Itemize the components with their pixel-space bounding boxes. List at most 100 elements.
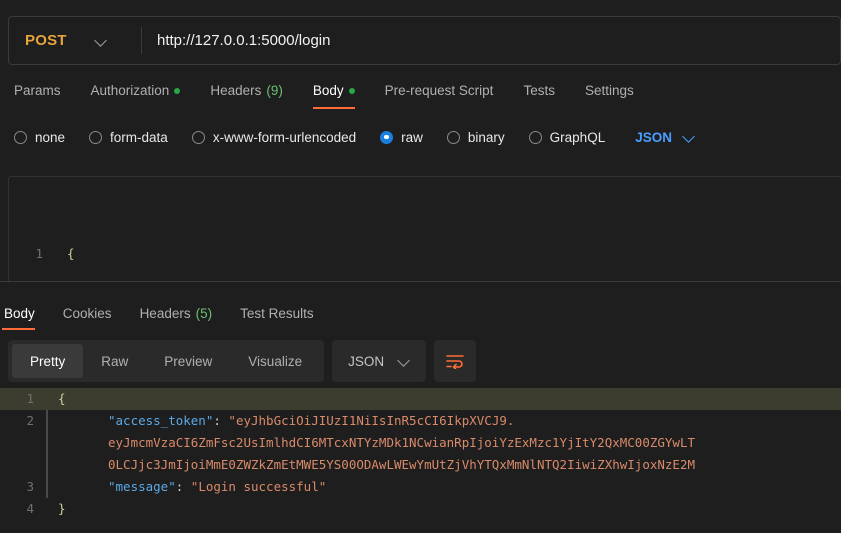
view-mode-label: Pretty [30, 353, 66, 369]
status-dot-icon [174, 87, 181, 94]
response-body-viewer[interactable]: 1 { 2 "access_token": "eyJhbGciOiJIUzI1N… [0, 388, 841, 533]
request-url-input[interactable]: http://127.0.0.1:5000/login [142, 17, 840, 64]
body-type-none[interactable]: none [14, 130, 65, 145]
body-type-binary[interactable]: binary [446, 129, 505, 145]
radio-label: form-data [110, 129, 168, 145]
tab-label: Body [4, 306, 35, 321]
line-number: 1 [35, 246, 43, 261]
request-url-bar: POST http://127.0.0.1:5000/login [0, 0, 841, 65]
response-format-dropdown[interactable]: JSON [332, 340, 427, 382]
body-type-raw[interactable]: raw [380, 130, 423, 145]
radio-icon[interactable] [89, 130, 103, 144]
code-line: 1 { [9, 243, 841, 265]
response-tab-test-results[interactable]: Test Results [226, 306, 328, 330]
body-type-x-www-form-urlencoded[interactable]: x-www-form-urlencoded [191, 129, 357, 145]
code-text: } [58, 501, 66, 516]
tab-count-badge: (9) [266, 83, 283, 98]
radio-label: binary [467, 129, 505, 145]
chevron-down-icon[interactable] [398, 355, 410, 367]
word-wrap-icon [446, 355, 464, 369]
response-tab-body[interactable]: Body [2, 306, 49, 330]
bottom-edge [0, 529, 841, 533]
response-code-line: 4 } [0, 498, 841, 520]
line-number: 4 [26, 501, 34, 516]
json-value: "Login successful" [190, 479, 327, 494]
pane-divider[interactable] [0, 281, 841, 289]
response-code-line-highlighted: 1 { [0, 388, 841, 410]
response-code-line: 2 "access_token": "eyJhbGciOiJIUzI1NiIsI… [0, 410, 841, 476]
request-tab-bar: Params Authorization Headers (9) Body Pr… [0, 65, 841, 109]
word-wrap-button[interactable] [434, 340, 477, 382]
tab-authorization[interactable]: Authorization [76, 83, 196, 109]
chevron-down-icon[interactable] [683, 131, 695, 143]
tab-label: Test Results [240, 306, 314, 321]
tab-label: Tests [523, 83, 555, 98]
code-text: "access_token": "eyJhbGciOiJIUzI1NiIsInR… [48, 410, 695, 476]
json-colon: : [213, 413, 229, 428]
code-text: "message": "Login successful" [48, 476, 326, 498]
view-mode-segmented-control: Pretty Raw Preview Visualize [8, 340, 325, 382]
view-mode-label: Visualize [248, 353, 303, 369]
status-dot-icon [348, 87, 355, 94]
view-mode-visualize[interactable]: Visualize [230, 344, 320, 378]
tab-settings[interactable]: Settings [570, 83, 649, 109]
tab-params[interactable]: Params [10, 83, 76, 109]
response-tab-bar: Body Cookies Headers (5) Test Results [0, 296, 841, 330]
body-type-form-data[interactable]: form-data [89, 130, 168, 145]
response-tab-cookies[interactable]: Cookies [49, 306, 126, 330]
body-type-selector: none form-data x-www-form-urlencoded raw… [0, 109, 841, 151]
tab-tests[interactable]: Tests [508, 83, 570, 109]
tab-label: Params [14, 83, 61, 98]
line-number: 1 [26, 391, 34, 406]
json-value-line-1: "eyJhbGciOiJIUzI1NiIsInR5cCI6IkpXVCJ9. [228, 413, 515, 428]
tab-label: Headers [210, 83, 262, 98]
view-mode-raw[interactable]: Raw [83, 344, 146, 378]
body-type-graphql[interactable]: GraphQL [528, 129, 606, 145]
json-key: "message" [108, 479, 176, 494]
json-key: "access_token" [108, 413, 214, 428]
json-colon: : [175, 479, 191, 494]
radio-label: x-www-form-urlencoded [212, 129, 357, 145]
line-number: 2 [26, 413, 34, 428]
radio-icon[interactable] [191, 130, 205, 144]
radio-label: none [35, 129, 66, 145]
line-number: 3 [26, 479, 34, 494]
request-body-editor[interactable]: 1 { 2 ····"username":·"SpyroTheDragon", … [8, 176, 841, 281]
code-text: { [67, 246, 75, 261]
http-method-selector[interactable]: POST [9, 17, 141, 64]
code-text: { [58, 391, 66, 406]
tab-label: Authorization [90, 83, 170, 98]
tab-headers[interactable]: Headers (9) [195, 83, 298, 109]
raw-format-label: JSON [635, 129, 672, 145]
json-value-line-3: 0LCJjc3JmIjoiMmE0ZWZkZmEtMWE5YS00ODAwLWE… [108, 457, 695, 472]
radio-icon-selected[interactable] [380, 130, 394, 144]
raw-format-dropdown[interactable]: JSON [635, 130, 695, 145]
tab-count-badge: (5) [195, 306, 213, 321]
tab-body[interactable]: Body [298, 83, 370, 109]
view-mode-label: Raw [101, 353, 129, 369]
tab-label: Cookies [62, 306, 112, 321]
tab-label: Body [312, 83, 344, 98]
response-format-label: JSON [348, 353, 385, 369]
view-mode-preview[interactable]: Preview [146, 344, 230, 378]
radio-icon[interactable] [528, 130, 542, 144]
radio-icon[interactable] [446, 130, 460, 144]
http-method-label: POST [25, 32, 67, 49]
radio-label: GraphQL [549, 129, 606, 145]
response-tab-headers[interactable]: Headers (5) [126, 306, 227, 330]
request-code: 1 { 2 ····"username":·"SpyroTheDragon", … [9, 177, 841, 281]
tab-pre-request-script[interactable]: Pre-request Script [370, 83, 509, 109]
tab-label: Pre-request Script [384, 83, 494, 98]
url-bar-container: POST http://127.0.0.1:5000/login [8, 16, 841, 65]
chevron-down-icon[interactable] [95, 35, 107, 47]
tab-label: Headers [139, 306, 191, 321]
radio-icon[interactable] [14, 130, 27, 144]
json-value-line-2: eyJmcmVzaCI6ZmFsc2UsImlhdCI6MTcxNTYzMDk1… [108, 435, 695, 450]
response-code-line: 3 "message": "Login successful" [0, 476, 841, 498]
view-mode-pretty[interactable]: Pretty [12, 344, 84, 378]
view-mode-label: Preview [164, 353, 213, 369]
postman-window: POST http://127.0.0.1:5000/login Params … [0, 0, 841, 533]
response-view-toolbar: Pretty Raw Preview Visualize JSON [8, 340, 477, 382]
